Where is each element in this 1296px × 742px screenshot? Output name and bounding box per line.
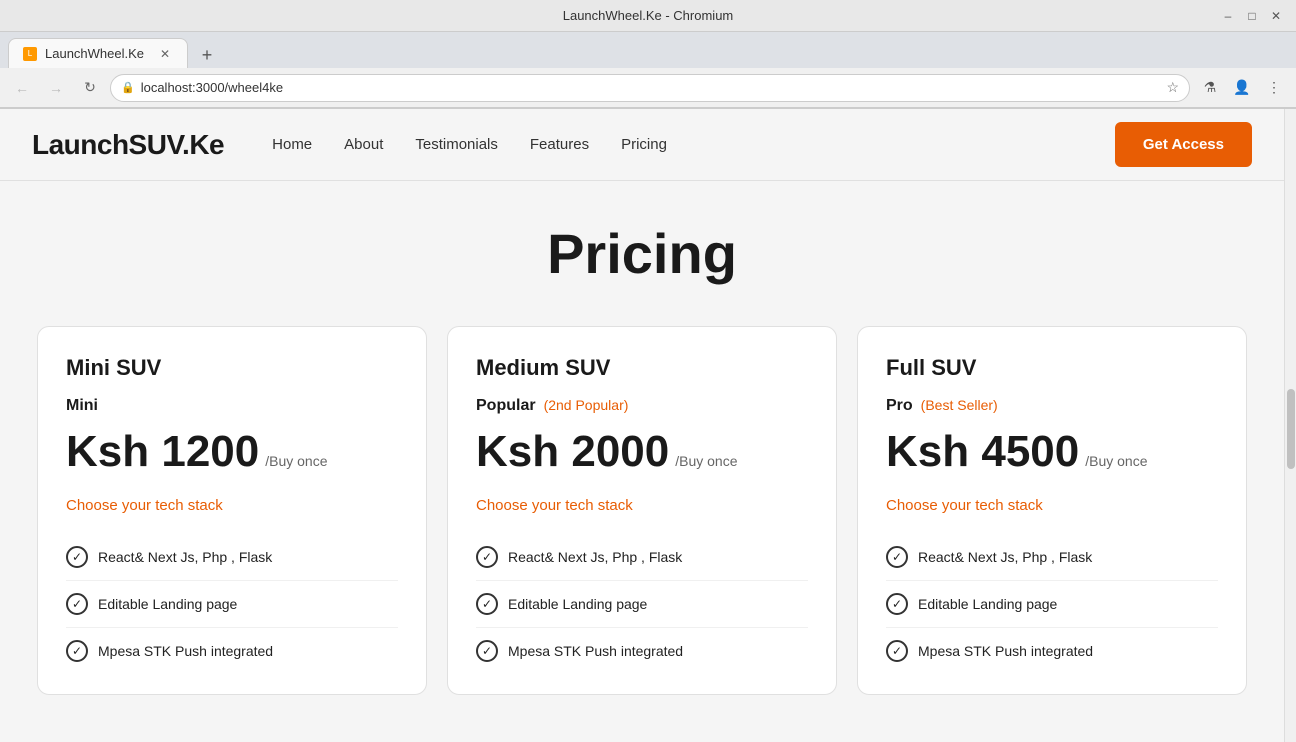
check-icon: ✓ xyxy=(66,593,88,615)
card-period-mini: /Buy once xyxy=(265,453,327,469)
toolbar-icons: ⚗ 👤 ⋮ xyxy=(1196,74,1288,102)
card-price-row-mini: Ksh 1200 /Buy once xyxy=(66,427,398,477)
tab-bar: L LaunchWheel.Ke ✕ + xyxy=(0,32,1296,68)
check-icon: ✓ xyxy=(476,640,498,662)
nav-pricing[interactable]: Pricing xyxy=(621,136,667,153)
card-plan-badge-full: (Best Seller) xyxy=(921,397,998,413)
card-plan-name-full: Pro xyxy=(886,397,913,415)
card-feature-medium-2: ✓ Editable Landing page xyxy=(476,580,808,627)
scrollbar-thumb[interactable] xyxy=(1287,389,1295,469)
pricing-card-medium: Medium SUV Popular (2nd Popular) Ksh 200… xyxy=(447,326,837,695)
card-feature-mini-1: ✓ React& Next Js, Php , Flask xyxy=(66,534,398,580)
card-tech-link-medium[interactable]: Choose your tech stack xyxy=(476,497,808,514)
nav-home[interactable]: Home xyxy=(272,136,312,153)
card-feature-mini-3: ✓ Mpesa STK Push integrated xyxy=(66,627,398,674)
address-bar[interactable]: 🔒 localhost:3000/wheel4ke ☆ xyxy=(110,74,1190,102)
check-icon: ✓ xyxy=(66,546,88,568)
card-feature-full-2: ✓ Editable Landing page xyxy=(886,580,1218,627)
card-features-mini: ✓ React& Next Js, Php , Flask ✓ Editable… xyxy=(66,534,398,674)
close-button[interactable]: ✕ xyxy=(1268,8,1284,24)
card-feature-full-3: ✓ Mpesa STK Push integrated xyxy=(886,627,1218,674)
active-tab[interactable]: L LaunchWheel.Ke ✕ xyxy=(8,38,188,68)
minimize-button[interactable]: – xyxy=(1220,8,1236,24)
forward-button[interactable]: → xyxy=(42,74,70,102)
card-plan-name-mini: Mini xyxy=(66,397,98,415)
card-features-full: ✓ React& Next Js, Php , Flask ✓ Editable… xyxy=(886,534,1218,674)
pricing-title: Pricing xyxy=(24,221,1260,286)
tab-label: LaunchWheel.Ke xyxy=(45,46,144,61)
menu-icon[interactable]: ⋮ xyxy=(1260,74,1288,102)
pricing-card-full: Full SUV Pro (Best Seller) Ksh 4500 /Buy… xyxy=(857,326,1247,695)
lock-icon: 🔒 xyxy=(121,81,135,94)
address-bar-row: ← → ↻ 🔒 localhost:3000/wheel4ke ☆ ⚗ 👤 ⋮ xyxy=(0,68,1296,108)
window-controls: – □ ✕ xyxy=(1220,8,1284,24)
nav-testimonials[interactable]: Testimonials xyxy=(415,136,498,153)
card-price-full: Ksh 4500 xyxy=(886,427,1079,477)
pricing-card-mini: Mini SUV Mini Ksh 1200 /Buy once Choose … xyxy=(37,326,427,695)
url-display: localhost:3000/wheel4ke xyxy=(141,80,1161,95)
card-tech-link-full[interactable]: Choose your tech stack xyxy=(886,497,1218,514)
check-icon: ✓ xyxy=(66,640,88,662)
check-icon: ✓ xyxy=(886,640,908,662)
bookmark-icon[interactable]: ☆ xyxy=(1166,79,1179,96)
window-title: LaunchWheel.Ke - Chromium xyxy=(563,8,734,23)
card-plan-badge-medium: (2nd Popular) xyxy=(544,397,629,413)
pricing-cards: Mini SUV Mini Ksh 1200 /Buy once Choose … xyxy=(24,326,1260,695)
card-tier-mini: Mini SUV xyxy=(66,355,398,381)
card-period-medium: /Buy once xyxy=(675,453,737,469)
card-period-full: /Buy once xyxy=(1085,453,1147,469)
site-logo: LaunchSUV.Ke xyxy=(32,129,224,161)
card-feature-medium-3: ✓ Mpesa STK Push integrated xyxy=(476,627,808,674)
card-tier-full: Full SUV xyxy=(886,355,1218,381)
card-features-medium: ✓ React& Next Js, Php , Flask ✓ Editable… xyxy=(476,534,808,674)
reload-button[interactable]: ↻ xyxy=(76,74,104,102)
check-icon: ✓ xyxy=(886,546,908,568)
card-price-row-medium: Ksh 2000 /Buy once xyxy=(476,427,808,477)
card-feature-mini-2: ✓ Editable Landing page xyxy=(66,580,398,627)
back-button[interactable]: ← xyxy=(8,74,36,102)
card-feature-medium-1: ✓ React& Next Js, Php , Flask xyxy=(476,534,808,580)
check-icon: ✓ xyxy=(476,593,498,615)
pricing-section: Pricing Mini SUV Mini Ksh 1200 /Buy once… xyxy=(0,181,1284,719)
tab-favicon: L xyxy=(23,47,37,61)
title-bar: LaunchWheel.Ke - Chromium – □ ✕ xyxy=(0,0,1296,32)
card-price-row-full: Ksh 4500 /Buy once xyxy=(886,427,1218,477)
nav-features[interactable]: Features xyxy=(530,136,589,153)
tab-close-button[interactable]: ✕ xyxy=(157,46,173,62)
card-feature-full-1: ✓ React& Next Js, Php , Flask xyxy=(886,534,1218,580)
nav-about[interactable]: About xyxy=(344,136,383,153)
card-tech-link-mini[interactable]: Choose your tech stack xyxy=(66,497,398,514)
profile-icon[interactable]: 👤 xyxy=(1228,74,1256,102)
check-icon: ✓ xyxy=(886,593,908,615)
new-tab-button[interactable]: + xyxy=(194,42,220,68)
get-access-button[interactable]: Get Access xyxy=(1115,122,1252,167)
card-plan-row-mini: Mini xyxy=(66,397,398,415)
maximize-button[interactable]: □ xyxy=(1244,8,1260,24)
check-icon: ✓ xyxy=(476,546,498,568)
card-price-mini: Ksh 1200 xyxy=(66,427,259,477)
card-plan-row-full: Pro (Best Seller) xyxy=(886,397,1218,415)
scrollbar[interactable] xyxy=(1284,109,1296,742)
card-price-medium: Ksh 2000 xyxy=(476,427,669,477)
experiments-icon[interactable]: ⚗ xyxy=(1196,74,1224,102)
card-plan-row-medium: Popular (2nd Popular) xyxy=(476,397,808,415)
card-tier-medium: Medium SUV xyxy=(476,355,808,381)
site-navbar: LaunchSUV.Ke Home About Testimonials Fea… xyxy=(0,109,1284,181)
nav-links: Home About Testimonials Features Pricing xyxy=(272,136,1115,153)
card-plan-name-medium: Popular xyxy=(476,397,536,415)
